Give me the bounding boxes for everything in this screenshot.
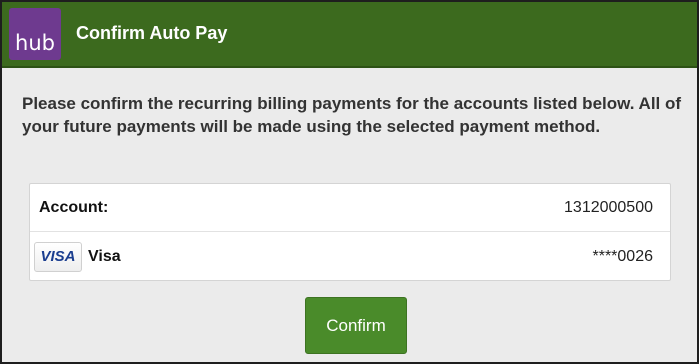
- payment-details-card: Account: 1312000500 VISA Visa ****0026: [29, 183, 671, 281]
- dialog-header: hub Confirm Auto Pay: [2, 2, 697, 68]
- auto-pay-dialog: hub Confirm Auto Pay Please confirm the …: [0, 0, 699, 364]
- masked-card-number: ****0026: [592, 248, 654, 265]
- visa-card-icon: VISA: [34, 242, 82, 272]
- payment-method-row: VISA Visa ****0026: [30, 233, 670, 281]
- card-name: Visa: [88, 248, 121, 265]
- confirm-button[interactable]: Confirm: [305, 297, 407, 354]
- hub-logo: hub: [9, 8, 61, 60]
- payment-method: VISA Visa: [34, 242, 121, 272]
- dialog-title: Confirm Auto Pay: [76, 23, 228, 43]
- account-label: Account:: [39, 198, 109, 216]
- account-number: 1312000500: [564, 198, 653, 216]
- account-row: Account: 1312000500: [30, 184, 670, 232]
- confirmation-message: Please confirm the recurring billing pay…: [22, 94, 682, 136]
